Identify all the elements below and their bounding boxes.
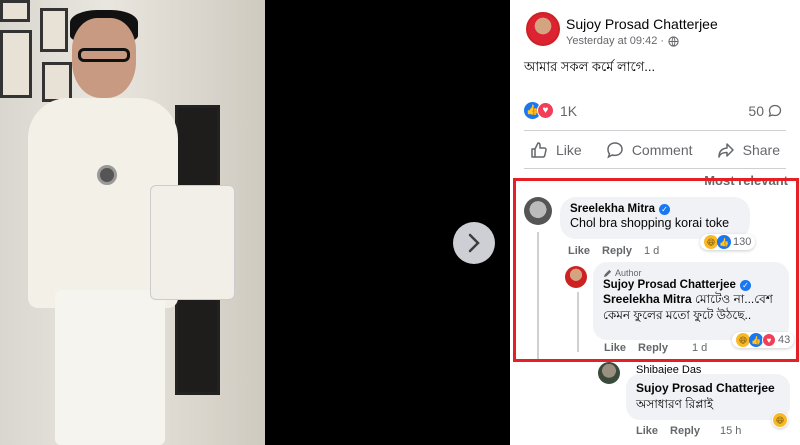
- next-photo-button[interactable]: [453, 222, 495, 264]
- reply-reactions[interactable]: 😆 👍 ♥ 43: [732, 332, 795, 348]
- wall-frame: [40, 8, 68, 52]
- comment-text: Chol bra shopping korai toke: [570, 216, 730, 230]
- reply2-meta: Like Reply 15 h: [636, 425, 741, 437]
- post-header: [526, 12, 560, 46]
- wall-frame: [0, 30, 32, 98]
- reply-text-line1: মোটেও না...বেশ: [691, 292, 773, 306]
- thread-line: [577, 292, 579, 352]
- love-reaction-icon: ♥: [762, 333, 776, 347]
- person-pants: [55, 290, 165, 445]
- comment-label: Comment: [631, 142, 693, 158]
- reply2-bubble: Sujoy Prosad Chatterjee অসাধারণ রিপ্লাই: [626, 374, 790, 420]
- post-time-text: Yesterday at 09:42 ·: [566, 35, 665, 47]
- reply-text: Sreelekha Mitra মোটেও না...বেশ কেমন ফুলে…: [603, 291, 779, 323]
- comment-time[interactable]: 1 d: [644, 245, 659, 257]
- verified-badge-icon: ✓: [739, 279, 751, 291]
- post-author-name[interactable]: Sujoy Prosad Chatterjee: [566, 16, 718, 32]
- wall-frame: [0, 0, 30, 22]
- post-actions: Like Comment Share: [524, 136, 786, 164]
- author-avatar[interactable]: [526, 12, 560, 46]
- comment-like-button[interactable]: Like: [568, 245, 590, 257]
- post-panel: Sujoy Prosad Chatterjee Yesterday at 09:…: [510, 0, 800, 445]
- thread-line: [537, 232, 539, 362]
- reply2-text: অসাধারণ রিপ্লাই: [636, 397, 714, 412]
- reply2-time[interactable]: 15 h: [720, 425, 741, 437]
- post-timestamp[interactable]: Yesterday at 09:42 ·: [566, 35, 679, 47]
- author-badge-label: Author: [615, 268, 642, 278]
- haha-reaction-icon: 😆: [704, 235, 718, 249]
- reply2-avatar[interactable]: [598, 362, 620, 384]
- comment-reactions[interactable]: 😆 👍 130: [700, 234, 756, 250]
- reply-mention[interactable]: Sreelekha Mitra: [603, 292, 692, 306]
- reply-time[interactable]: 1 d: [692, 342, 707, 354]
- post-photo[interactable]: [0, 0, 265, 445]
- haha-reaction-icon: 😆: [736, 333, 750, 347]
- comment-meta: Like Reply 1 d: [568, 245, 659, 257]
- reply-author-name: Sujoy Prosad Chatterjee: [603, 279, 736, 291]
- pendant: [97, 165, 117, 185]
- reaction-count: 1K: [560, 102, 578, 119]
- divider: [524, 130, 786, 131]
- comment-author-name: Sreelekha Mitra: [570, 203, 656, 215]
- post-caption: আমার সকল কর্মে লাগে...: [524, 59, 656, 74]
- thumbs-up-icon: [531, 142, 547, 158]
- post-reactions[interactable]: 👍 ♥ 1K: [524, 102, 577, 119]
- pencil-icon: [603, 269, 612, 277]
- comment-reaction-count: 130: [733, 236, 752, 248]
- reply2-text-wrap: Sujoy Prosad Chatterjee অসাধারণ রিপ্লাই: [636, 380, 780, 412]
- author-badge: Author: [603, 268, 779, 278]
- like-label: Like: [556, 142, 582, 158]
- wall-frame: [42, 62, 72, 102]
- comment-button[interactable]: Comment: [600, 141, 699, 159]
- comment-reply-button[interactable]: Reply: [602, 245, 632, 257]
- share-button[interactable]: Share: [711, 141, 786, 159]
- comment-icon: [607, 142, 623, 159]
- comment-count[interactable]: 50: [748, 103, 782, 119]
- commenter-avatar[interactable]: [524, 197, 552, 225]
- photo-viewer: [0, 0, 510, 445]
- verified-badge-icon: ✓: [659, 203, 671, 215]
- reply-author[interactable]: Sujoy Prosad Chatterjee ✓: [603, 279, 779, 291]
- reply-reaction-count: 43: [778, 334, 791, 346]
- love-reaction-icon: ♥: [537, 102, 554, 119]
- comment-author[interactable]: Sreelekha Mitra ✓: [570, 203, 740, 215]
- globe-icon: [668, 35, 679, 47]
- comment-sort-dropdown[interactable]: Most relevant: [704, 173, 788, 188]
- reply-meta: Like Reply 1 d: [604, 342, 707, 354]
- reply2-mention[interactable]: Sujoy Prosad Chatterjee: [636, 381, 775, 395]
- comment-count-value: 50: [748, 103, 764, 119]
- tote-bag: [150, 185, 235, 300]
- reply2-reply-button[interactable]: Reply: [670, 425, 700, 437]
- share-label: Share: [742, 142, 780, 158]
- like-button[interactable]: Like: [524, 141, 588, 159]
- share-arrow-icon: [717, 143, 734, 158]
- divider: [524, 168, 786, 169]
- glasses: [78, 48, 130, 62]
- like-reaction-icon: 👍: [717, 235, 731, 249]
- reply2-like-button[interactable]: Like: [636, 425, 658, 437]
- reply-text-line2: কেমন ফুলের মতো ফুটে উঠছে..: [603, 308, 752, 323]
- haha-reaction-icon: 😆: [773, 413, 787, 427]
- comment-bubble-icon: [768, 104, 782, 118]
- reply-bubble: Author Sujoy Prosad Chatterjee ✓ Sreelek…: [593, 262, 789, 340]
- chevron-right-icon: [468, 233, 480, 253]
- reply-like-button[interactable]: Like: [604, 342, 626, 354]
- comment-bubble: Sreelekha Mitra ✓ Chol bra shopping kora…: [560, 197, 750, 239]
- reply-author-avatar[interactable]: [565, 266, 587, 288]
- reply-reply-button[interactable]: Reply: [638, 342, 668, 354]
- reply2-reactions[interactable]: 😆: [772, 412, 788, 428]
- like-reaction-icon: 👍: [749, 333, 763, 347]
